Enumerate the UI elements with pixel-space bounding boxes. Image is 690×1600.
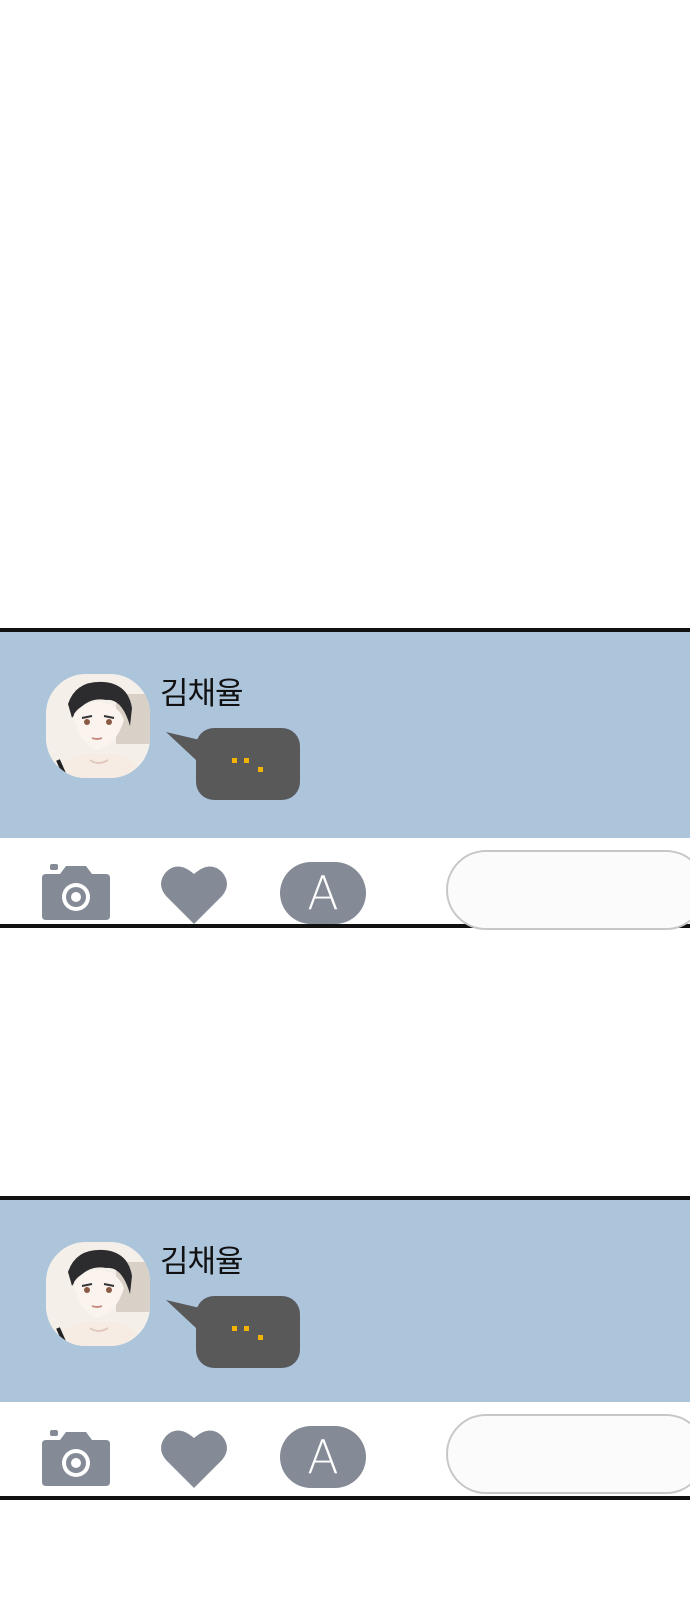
chat-panel-1: 김채율 A [0, 628, 690, 930]
avatar-illustration [46, 1242, 150, 1346]
typing-dot [232, 758, 237, 763]
heart-icon[interactable] [160, 1426, 228, 1488]
sender-name: 김채율 [160, 1244, 244, 1280]
message-bubble[interactable] [196, 728, 300, 800]
typing-dot [244, 758, 249, 763]
heart-icon[interactable] [160, 862, 228, 924]
chat-panel-2: 김채율 A [0, 1196, 690, 1500]
avatar-illustration [46, 674, 150, 778]
chat-toolbar: A [0, 838, 690, 930]
camera-icon[interactable] [42, 864, 110, 920]
typing-dot [244, 1326, 249, 1331]
sender-name: 김채율 [160, 676, 244, 712]
camera-icon[interactable] [42, 1430, 110, 1486]
font-a-button[interactable]: A [280, 1426, 366, 1488]
chat-area: 김채율 [0, 1200, 690, 1402]
avatar[interactable] [46, 1242, 150, 1346]
typing-dot [232, 1326, 237, 1331]
font-a-icon: A [307, 1430, 339, 1484]
font-a-button[interactable]: A [280, 862, 366, 924]
message-bubble[interactable] [196, 1296, 300, 1368]
chat-area: 김채율 [0, 632, 690, 838]
message-input[interactable] [446, 850, 690, 930]
typing-dot [258, 767, 263, 772]
chat-toolbar: A [0, 1402, 690, 1496]
font-a-icon: A [307, 866, 339, 920]
avatar[interactable] [46, 674, 150, 778]
message-input[interactable] [446, 1414, 690, 1494]
typing-dot [258, 1335, 263, 1340]
